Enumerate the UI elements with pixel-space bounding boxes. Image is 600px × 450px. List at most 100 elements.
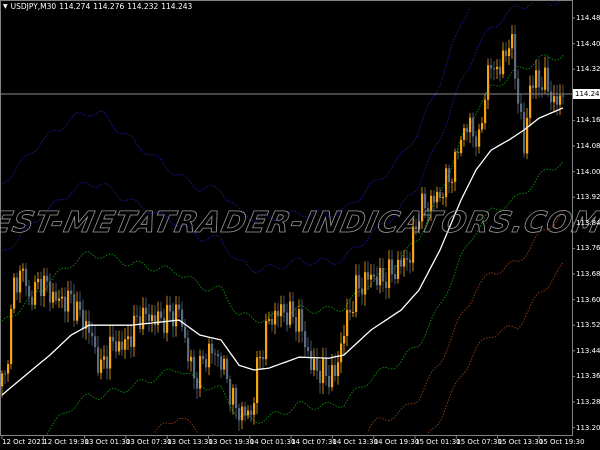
candle [52, 283, 55, 309]
candle [286, 303, 289, 332]
candle-body [370, 274, 373, 280]
candle [265, 313, 268, 366]
candle-body [433, 195, 436, 203]
candle-body [13, 277, 16, 309]
candle-body [265, 320, 268, 360]
candle-body [226, 358, 229, 380]
candle [553, 85, 556, 113]
candle-body [496, 66, 499, 70]
candle [361, 277, 364, 306]
candle-body [334, 365, 337, 376]
candle-body [538, 70, 541, 88]
candle [517, 69, 520, 114]
candle [331, 353, 334, 392]
candle-body [157, 311, 160, 326]
candle [199, 349, 202, 398]
candle-body [199, 355, 202, 389]
time-label: 13 Oct 13:30 [167, 438, 213, 446]
candle [487, 58, 490, 109]
candle-body [277, 310, 280, 317]
price-label: 114.080 [576, 142, 600, 150]
candle-body [301, 309, 304, 332]
candle [448, 164, 451, 194]
candle [187, 330, 190, 370]
candle [439, 186, 442, 202]
price-chart[interactable]: BEST-METATRADER-INDICATORS.COM [0, 0, 600, 450]
candle [520, 94, 523, 120]
candle-body [361, 288, 364, 295]
candle [202, 349, 205, 365]
candle-body [481, 123, 484, 130]
candle [211, 338, 214, 364]
candle [355, 264, 358, 318]
candle-body [7, 364, 10, 374]
candle-body [154, 315, 157, 326]
candle [67, 281, 70, 323]
candle-body [22, 268, 25, 271]
candle-body [274, 310, 277, 325]
candle-body [499, 66, 502, 75]
candle [319, 359, 322, 394]
candle-body [340, 343, 343, 363]
candle [145, 297, 148, 323]
candle-body [325, 358, 328, 376]
candle-body [289, 301, 292, 325]
candle-body [268, 319, 271, 321]
candle-body [316, 358, 319, 371]
candle-body [328, 375, 331, 388]
candle-body [511, 34, 514, 49]
candle [496, 59, 499, 79]
candle-body [442, 197, 445, 199]
candle-body [550, 91, 553, 103]
candle-body [472, 117, 475, 137]
candle [325, 347, 328, 386]
candle-body [52, 291, 55, 303]
candle-body [238, 408, 241, 421]
price-label: 113.600 [576, 295, 600, 304]
price-label: 114.400 [576, 39, 600, 48]
candle-body [460, 139, 463, 154]
candle [406, 250, 409, 271]
candle-body [373, 274, 376, 277]
time-label: 14 Oct 01:30 [249, 438, 296, 446]
candle-body [448, 168, 451, 183]
candle [181, 301, 184, 332]
candle-body [76, 301, 79, 321]
price-label: 113.200 [576, 423, 600, 432]
candle [382, 258, 385, 292]
candle [340, 332, 343, 373]
candle [31, 290, 34, 311]
candle-body [4, 373, 7, 375]
candle [160, 301, 163, 323]
candle [208, 338, 211, 376]
candle-body [190, 356, 193, 362]
candle [535, 59, 538, 100]
upper-band-3 [1, 6, 471, 223]
candle-body [478, 129, 481, 147]
candle [133, 304, 136, 357]
candle-body [259, 357, 262, 359]
candle-body [142, 307, 145, 330]
candle [25, 262, 28, 297]
candle [484, 93, 487, 130]
candle-body [1, 373, 4, 387]
candle-body [220, 356, 223, 370]
time-label: 12 Oct 19:30 [43, 438, 89, 446]
candle-body [358, 275, 361, 289]
candle-body [193, 356, 196, 379]
candle-body [94, 336, 97, 348]
candle [343, 324, 346, 355]
candle [169, 295, 172, 322]
candle [292, 291, 295, 324]
candle [463, 123, 466, 147]
candle-body [166, 304, 169, 333]
candle-body [196, 378, 199, 389]
candle [151, 304, 154, 333]
candle-body [556, 96, 559, 105]
candle-body [124, 339, 127, 350]
dropdown-triangle-icon[interactable]: ▼ [3, 3, 8, 10]
candle [127, 325, 130, 351]
price-label: 113.280 [576, 398, 600, 406]
candle-body [181, 309, 184, 327]
candle-body [385, 281, 388, 289]
